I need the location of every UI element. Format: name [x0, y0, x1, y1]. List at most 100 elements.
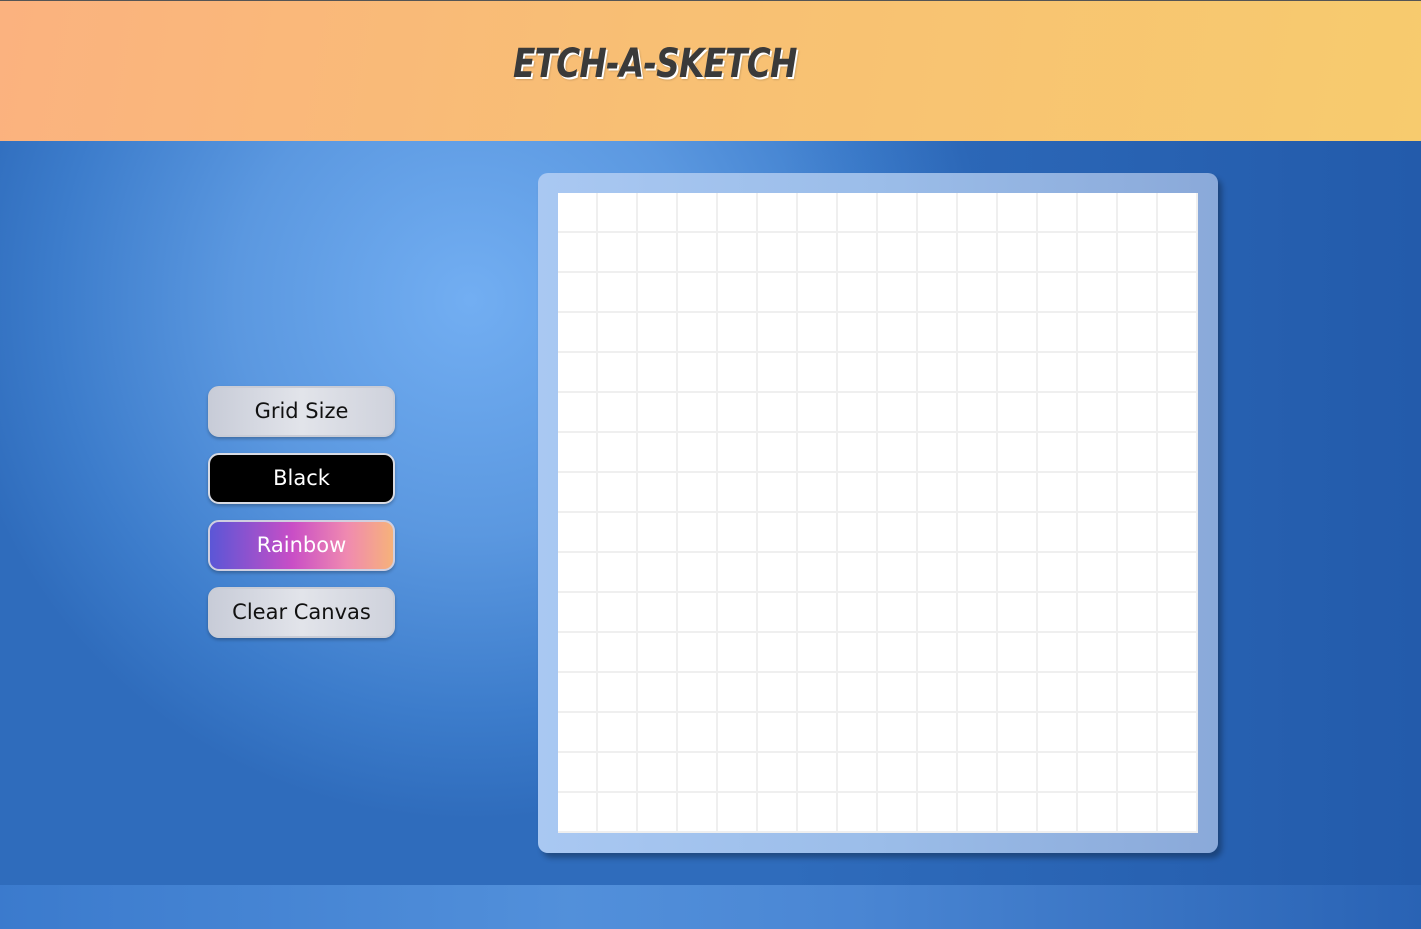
- grid-cell[interactable]: [1038, 353, 1078, 393]
- grid-cell[interactable]: [758, 553, 798, 593]
- grid-cell[interactable]: [1118, 673, 1158, 713]
- grid-cell[interactable]: [878, 593, 918, 633]
- grid-cell[interactable]: [1078, 193, 1118, 233]
- grid-cell[interactable]: [958, 553, 998, 593]
- grid-cell[interactable]: [918, 553, 958, 593]
- grid-cell[interactable]: [758, 313, 798, 353]
- grid-cell[interactable]: [1078, 393, 1118, 433]
- grid-cell[interactable]: [678, 553, 718, 593]
- grid-cell[interactable]: [838, 673, 878, 713]
- grid-cell[interactable]: [558, 753, 598, 793]
- grid-cell[interactable]: [758, 273, 798, 313]
- grid-cell[interactable]: [878, 633, 918, 673]
- grid-cell[interactable]: [678, 433, 718, 473]
- grid-cell[interactable]: [998, 353, 1038, 393]
- grid-cell[interactable]: [1158, 353, 1198, 393]
- grid-cell[interactable]: [638, 553, 678, 593]
- grid-cell[interactable]: [798, 673, 838, 713]
- grid-cell[interactable]: [998, 633, 1038, 673]
- grid-cell[interactable]: [1118, 353, 1158, 393]
- grid-cell[interactable]: [638, 633, 678, 673]
- grid-cell[interactable]: [638, 353, 678, 393]
- grid-cell[interactable]: [958, 793, 998, 833]
- grid-cell[interactable]: [918, 713, 958, 753]
- grid-cell[interactable]: [958, 433, 998, 473]
- grid-cell[interactable]: [638, 393, 678, 433]
- grid-cell[interactable]: [998, 233, 1038, 273]
- grid-cell[interactable]: [918, 473, 958, 513]
- grid-cell[interactable]: [998, 193, 1038, 233]
- grid-cell[interactable]: [1038, 193, 1078, 233]
- grid-cell[interactable]: [1078, 233, 1118, 273]
- grid-cell[interactable]: [1158, 193, 1198, 233]
- grid-cell[interactable]: [998, 673, 1038, 713]
- grid-cell[interactable]: [1038, 713, 1078, 753]
- grid-cell[interactable]: [758, 473, 798, 513]
- grid-cell[interactable]: [878, 793, 918, 833]
- grid-cell[interactable]: [838, 513, 878, 553]
- grid-cell[interactable]: [718, 713, 758, 753]
- grid-cell[interactable]: [958, 273, 998, 313]
- grid-cell[interactable]: [718, 753, 758, 793]
- grid-cell[interactable]: [878, 353, 918, 393]
- grid-cell[interactable]: [638, 433, 678, 473]
- grid-cell[interactable]: [638, 673, 678, 713]
- grid-cell[interactable]: [798, 633, 838, 673]
- grid-cell[interactable]: [798, 473, 838, 513]
- grid-cell[interactable]: [798, 193, 838, 233]
- grid-cell[interactable]: [598, 593, 638, 633]
- grid-cell[interactable]: [718, 793, 758, 833]
- grid-cell[interactable]: [1118, 313, 1158, 353]
- grid-cell[interactable]: [1118, 713, 1158, 753]
- grid-cell[interactable]: [598, 353, 638, 393]
- grid-cell[interactable]: [838, 193, 878, 233]
- grid-cell[interactable]: [678, 233, 718, 273]
- grid-cell[interactable]: [1078, 633, 1118, 673]
- grid-cell[interactable]: [598, 393, 638, 433]
- grid-cell[interactable]: [598, 233, 638, 273]
- grid-cell[interactable]: [1038, 673, 1078, 713]
- grid-cell[interactable]: [998, 273, 1038, 313]
- grid-cell[interactable]: [878, 433, 918, 473]
- grid-cell[interactable]: [838, 473, 878, 513]
- grid-cell[interactable]: [998, 313, 1038, 353]
- sketch-canvas[interactable]: [558, 193, 1198, 833]
- grid-cell[interactable]: [838, 313, 878, 353]
- grid-cell[interactable]: [718, 273, 758, 313]
- grid-cell[interactable]: [878, 713, 918, 753]
- grid-cell[interactable]: [798, 233, 838, 273]
- grid-cell[interactable]: [558, 353, 598, 393]
- grid-cell[interactable]: [1158, 753, 1198, 793]
- grid-cell[interactable]: [998, 513, 1038, 553]
- grid-cell[interactable]: [558, 313, 598, 353]
- grid-cell[interactable]: [598, 793, 638, 833]
- grid-cell[interactable]: [1158, 433, 1198, 473]
- grid-cell[interactable]: [558, 633, 598, 673]
- grid-cell[interactable]: [678, 353, 718, 393]
- grid-cell[interactable]: [1038, 313, 1078, 353]
- grid-cell[interactable]: [958, 753, 998, 793]
- grid-cell[interactable]: [1038, 593, 1078, 633]
- grid-cell[interactable]: [998, 753, 1038, 793]
- grid-cell[interactable]: [838, 273, 878, 313]
- grid-cell[interactable]: [1038, 433, 1078, 473]
- grid-cell[interactable]: [838, 713, 878, 753]
- grid-cell[interactable]: [1078, 473, 1118, 513]
- grid-cell[interactable]: [678, 753, 718, 793]
- grid-cell[interactable]: [998, 593, 1038, 633]
- grid-cell[interactable]: [958, 673, 998, 713]
- grid-cell[interactable]: [918, 233, 958, 273]
- grid-cell[interactable]: [1118, 753, 1158, 793]
- grid-cell[interactable]: [1158, 673, 1198, 713]
- grid-cell[interactable]: [1158, 553, 1198, 593]
- grid-cell[interactable]: [558, 233, 598, 273]
- grid-cell[interactable]: [598, 273, 638, 313]
- grid-cell[interactable]: [1118, 633, 1158, 673]
- grid-cell[interactable]: [1078, 553, 1118, 593]
- grid-cell[interactable]: [838, 793, 878, 833]
- grid-cell[interactable]: [558, 193, 598, 233]
- grid-cell[interactable]: [558, 793, 598, 833]
- grid-cell[interactable]: [918, 433, 958, 473]
- grid-cell[interactable]: [758, 233, 798, 273]
- grid-cell[interactable]: [1118, 433, 1158, 473]
